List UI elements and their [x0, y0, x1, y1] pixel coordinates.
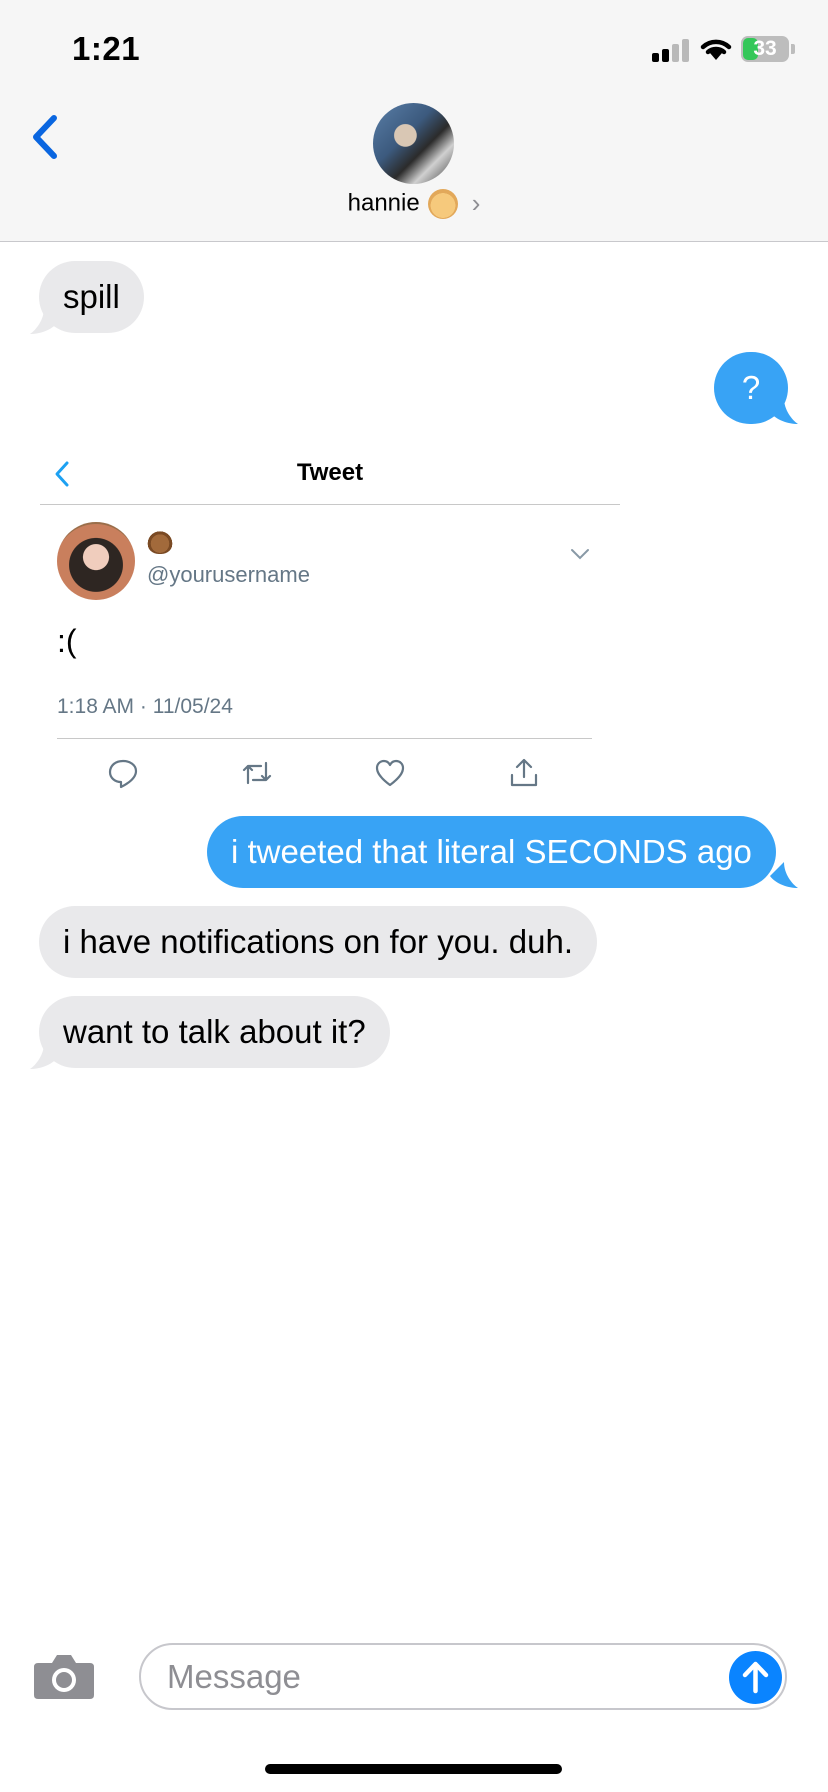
bubble-tail	[770, 398, 798, 424]
arrow-up-icon	[742, 1661, 769, 1694]
tweet-text: :(	[57, 623, 77, 659]
battery-cap	[791, 44, 795, 54]
contact-name: hannie	[347, 189, 420, 217]
bubble-tail	[30, 308, 58, 334]
message-bubble-incoming[interactable]: i have notifications on for you. duh.	[39, 906, 597, 978]
divider	[57, 738, 592, 739]
message-text: want to talk about it?	[63, 1013, 366, 1050]
tweet-title: Tweet	[296, 459, 364, 486]
bubble-tail	[770, 862, 798, 888]
like-icon	[375, 759, 405, 787]
contact-avatar[interactable]	[373, 103, 454, 184]
message-text: i tweeted that literal SECONDS ago	[231, 833, 752, 870]
contact-name-button[interactable]: hannie ›	[0, 188, 828, 219]
share-icon	[510, 758, 538, 787]
tweet-screenshot[interactable]: Tweet @yourusername :( 1:18 AM · 11/05/2…	[40, 445, 620, 790]
message-bubble-outgoing[interactable]: i tweeted that literal SECONDS ago	[207, 816, 776, 888]
divider	[40, 504, 620, 505]
reply-icon	[108, 759, 138, 789]
message-text: spill	[63, 278, 120, 315]
bubble-tail	[30, 1043, 58, 1069]
caret-down-icon	[571, 549, 589, 560]
home-indicator	[265, 1764, 562, 1774]
message-input[interactable]: Message	[139, 1643, 787, 1710]
camera-button[interactable]	[32, 1651, 96, 1701]
teddy-bear-emoji-icon	[147, 528, 173, 554]
back-button[interactable]	[28, 112, 64, 162]
cellular-signal-icon	[652, 38, 690, 62]
send-button[interactable]	[729, 1651, 782, 1704]
chevron-right-icon: ›	[471, 188, 481, 218]
battery-level: 33	[753, 37, 777, 60]
message-placeholder: Message	[167, 1658, 301, 1695]
status-time: 1:21	[72, 30, 141, 67]
angel-emoji-icon	[427, 188, 458, 219]
message-text: ?	[741, 369, 761, 406]
wifi-icon	[700, 39, 732, 60]
retweet-icon	[242, 761, 272, 785]
tweet-avatar	[57, 522, 135, 600]
message-bubble-incoming[interactable]: want to talk about it?	[39, 996, 390, 1068]
battery-icon: 33	[741, 36, 789, 62]
conversation-header: 1:21 33 hannie ›	[0, 0, 828, 242]
tweet-timestamp: 1:18 AM · 11/05/24	[57, 695, 233, 718]
tweet-handle: @yourusername	[147, 562, 310, 587]
message-text: i have notifications on for you. duh.	[63, 923, 573, 960]
